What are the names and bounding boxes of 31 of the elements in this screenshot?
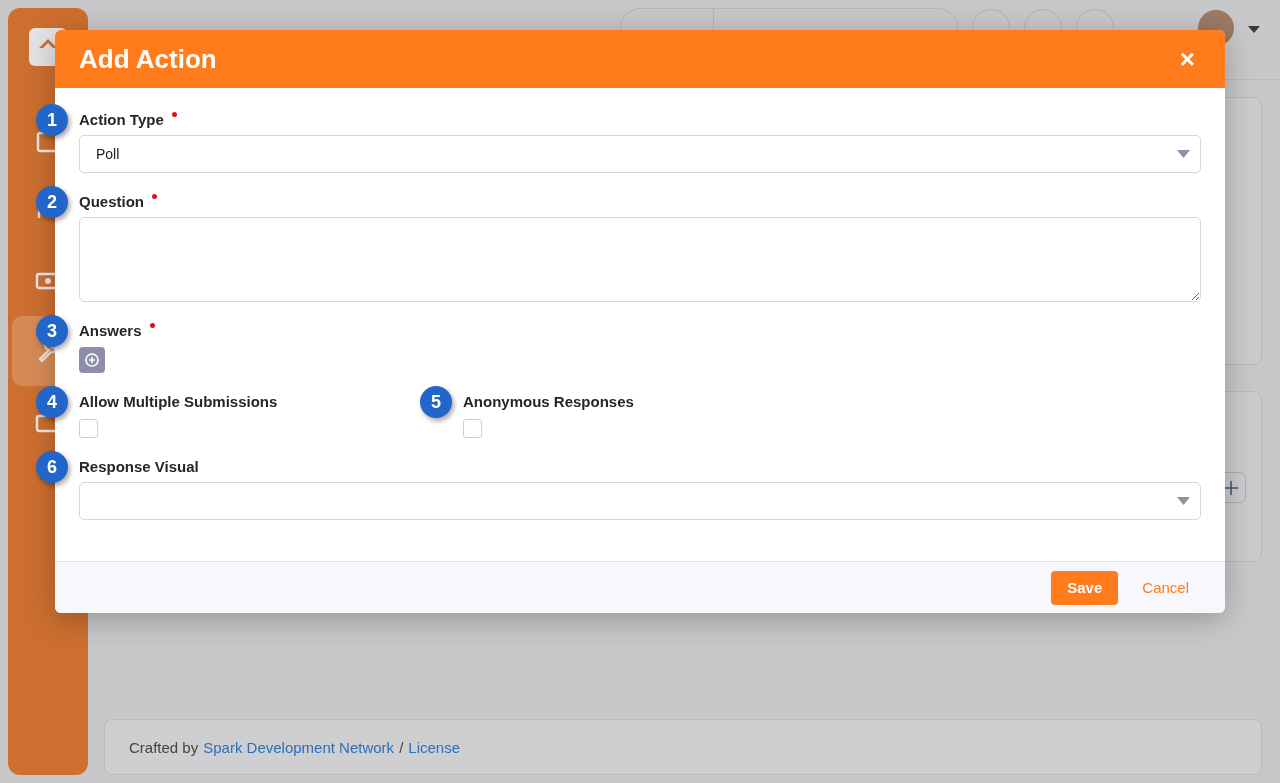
save-button[interactable]: Save [1051, 570, 1119, 605]
separator-text: / [399, 738, 404, 756]
field-label: Answers [79, 321, 142, 341]
caret-icon[interactable] [1248, 25, 1260, 34]
field-label: Action Type [79, 110, 164, 130]
step-number-badge: 6 [36, 451, 68, 483]
footer-link[interactable]: License [408, 738, 460, 756]
dropdown-caret-icon [1177, 150, 1190, 158]
field-label: Question [79, 192, 144, 212]
modal-title: Add Action [79, 43, 217, 75]
step-number-badge: 5 [420, 386, 452, 418]
dropdown-field[interactable]: Poll [79, 135, 1201, 173]
footer-link[interactable]: Spark Development Network [203, 738, 395, 756]
dropdown-caret-icon [1177, 497, 1190, 505]
step-number-badge: 3 [36, 315, 68, 347]
step-number-badge: 2 [36, 186, 68, 218]
footer-text: Crafted by [129, 738, 199, 756]
plus-icon [1223, 480, 1238, 495]
checkbox[interactable] [463, 419, 482, 438]
close-button[interactable]: × [1173, 43, 1201, 75]
field-label: Allow Multiple Submissions [79, 392, 278, 412]
cancel-link[interactable]: Cancel [1130, 579, 1201, 596]
add-icon [85, 353, 99, 367]
question-field[interactable] [79, 217, 1201, 302]
field-label: Response Visual [79, 457, 199, 477]
step-number-badge: 4 [36, 386, 68, 418]
add-answer-button[interactable] [79, 347, 105, 373]
step-number-badge: 1 [36, 104, 68, 136]
field-label: Anonymous Responses [463, 392, 634, 412]
checkbox[interactable] [79, 419, 98, 438]
dropdown-field[interactable] [79, 482, 1201, 520]
